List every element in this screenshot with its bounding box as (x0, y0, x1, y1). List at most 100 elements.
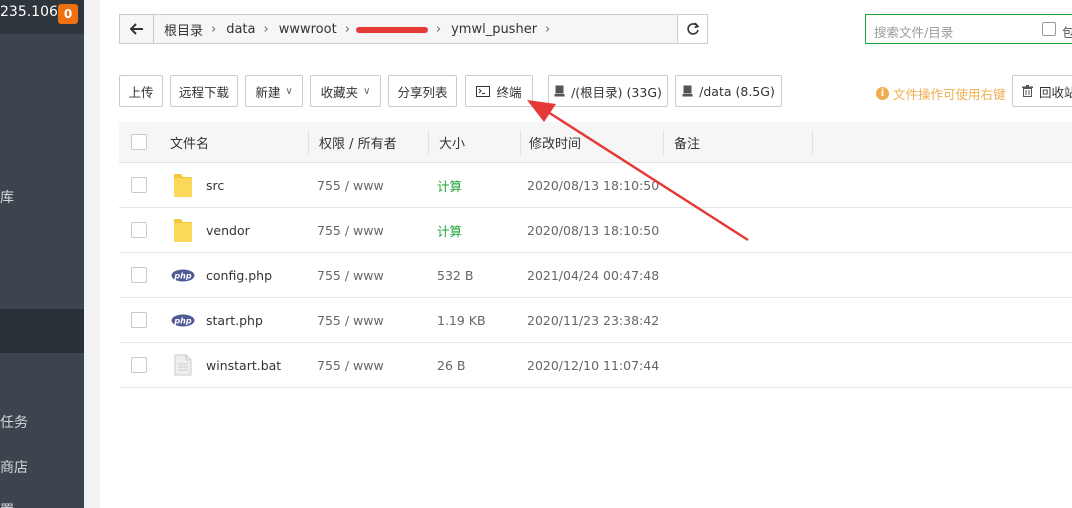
header-modified-time[interactable]: 修改时间 (529, 122, 581, 162)
chevron-down-icon: ∨ (285, 85, 293, 97)
breadcrumb-item-root[interactable]: 根目录 › (154, 20, 216, 39)
php-file-icon: php (171, 253, 195, 297)
table-row[interactable]: php config.php 755 / www 532 B 2021/04/24 00… (119, 253, 1072, 298)
include-subdir-label: 包 (1062, 25, 1072, 40)
file-name[interactable]: config.php (206, 253, 272, 297)
terminal-icon (476, 85, 491, 97)
chevron-down-icon: ∨ (363, 85, 371, 97)
breadcrumb: 根目录 › data › wwwroot › › ymwl_pusher › (154, 15, 550, 43)
text-file-icon (174, 343, 192, 387)
file-modified-time: 2021/04/24 00:47:48 (527, 267, 660, 283)
hard-drive-icon (554, 85, 565, 97)
row-checkbox[interactable] (131, 312, 147, 328)
folder-icon (173, 163, 193, 207)
row-checkbox-cell (131, 208, 147, 252)
search-input[interactable]: 搜索文件/目录 (874, 22, 953, 41)
trash-icon (1022, 85, 1033, 97)
row-checkbox[interactable] (131, 177, 147, 193)
table-row[interactable]: php start.php 755 / www 1.19 KB 2020/11/23 2… (119, 298, 1072, 343)
notification-badge[interactable]: 0 (58, 4, 78, 24)
file-size[interactable]: 计算 (437, 163, 462, 207)
file-manager-panel: 根目录 › data › wwwroot › › ymwl_pusher › 搜索文件/… (100, 0, 1072, 508)
file-permission[interactable]: 755 / www (317, 298, 384, 342)
table-row[interactable]: vendor 755 / www 计算 2020/08/13 18:10:50 (119, 208, 1072, 253)
chevron-right-icon: › (435, 21, 442, 37)
info-icon: i (876, 87, 889, 100)
file-size: 26 B (437, 357, 466, 373)
sidebar-item-database[interactable]: 库 (0, 187, 14, 207)
chevron-right-icon: › (263, 21, 269, 37)
sidebar-item-settings[interactable]: 置 (0, 500, 14, 508)
file-size[interactable]: 计算 (437, 208, 462, 252)
select-all-checkbox-cell (131, 122, 147, 162)
favorites-dropdown-button[interactable]: 收藏夹 ∨ (310, 75, 381, 107)
table-body: src 755 / www 计算 2020/08/13 18:10:50 vendor 7… (119, 163, 1072, 388)
remote-download-button[interactable]: 远程下载 (170, 75, 238, 107)
file-modified-time: 2020/12/10 11:07:44 (527, 357, 660, 373)
terminal-button[interactable]: 终端 (465, 75, 533, 107)
redaction-mark (355, 27, 428, 33)
sidebar: 235.106 0 库 任务 商店 置 (0, 0, 84, 508)
row-checkbox[interactable] (131, 222, 147, 238)
upload-button[interactable]: 上传 (119, 75, 163, 107)
file-permission[interactable]: 755 / www (317, 163, 384, 207)
table-row[interactable]: winstart.bat 755 / www 26 B 2020/12/10 11:0… (119, 343, 1072, 388)
chevron-right-icon: › (545, 21, 551, 37)
gutter (84, 0, 100, 508)
row-checkbox-cell (131, 163, 147, 207)
new-dropdown-button[interactable]: 新建 ∨ (245, 75, 303, 107)
file-name[interactable]: vendor (206, 208, 250, 252)
back-button[interactable] (120, 15, 154, 43)
file-modified-time: 2020/11/23 23:38:42 (527, 312, 660, 328)
file-name[interactable]: start.php (206, 298, 263, 342)
file-size: 1.19 KB (437, 312, 486, 328)
arrow-left-icon (129, 23, 143, 35)
breadcrumb-item-redacted[interactable]: › (350, 22, 441, 37)
include-subdir-checkbox[interactable] (1042, 22, 1056, 36)
table-header: 文件名 权限 / 所有者 大小 修改时间 备注 (119, 122, 1072, 163)
file-table: 文件名 权限 / 所有者 大小 修改时间 备注 src 755 / www 计算 20… (119, 122, 1072, 388)
select-all-checkbox[interactable] (131, 134, 147, 150)
row-checkbox[interactable] (131, 267, 147, 283)
hard-drive-icon (682, 85, 693, 97)
refresh-button[interactable] (677, 15, 707, 43)
chevron-right-icon: › (344, 21, 350, 37)
sidebar-item-store[interactable]: 商店 (0, 457, 28, 477)
table-row[interactable]: src 755 / www 计算 2020/08/13 18:10:50 (119, 163, 1072, 208)
path-bar: 根目录 › data › wwwroot › › ymwl_pusher › (119, 14, 708, 44)
header-permission[interactable]: 权限 / 所有者 (319, 122, 397, 162)
chevron-right-icon: › (211, 21, 217, 37)
folder-icon (173, 208, 193, 252)
file-modified-time: 2020/08/13 18:10:50 (527, 177, 660, 193)
header-size[interactable]: 大小 (439, 122, 465, 162)
svg-text:php: php (173, 316, 191, 325)
breadcrumb-item-wwwroot[interactable]: wwwroot › (269, 22, 350, 37)
row-checkbox-cell (131, 343, 147, 387)
row-checkbox-cell (131, 253, 147, 297)
breadcrumb-item-data[interactable]: data › (216, 22, 269, 37)
file-permission[interactable]: 755 / www (317, 253, 384, 297)
server-ip: 235.106 (0, 4, 58, 20)
svg-text:php: php (173, 271, 191, 280)
breadcrumb-item-ymwl-pusher[interactable]: ymwl_pusher › (441, 22, 550, 37)
file-size: 532 B (437, 267, 474, 283)
file-name[interactable]: src (206, 163, 224, 207)
header-note: 备注 (674, 136, 701, 152)
search-box: 搜索文件/目录 包 (865, 14, 1072, 44)
recycle-bin-button[interactable]: 回收站 (1012, 75, 1072, 107)
share-list-button[interactable]: 分享列表 (388, 75, 457, 107)
sidebar-item-cron[interactable]: 任务 (0, 412, 28, 432)
disk-data-button[interactable]: /data (8.5G) (675, 75, 782, 107)
sidebar-item-files-active[interactable] (0, 309, 84, 353)
row-checkbox-cell (131, 298, 147, 342)
disk-root-button[interactable]: /(根目录) (33G) (548, 75, 668, 107)
refresh-icon (686, 22, 699, 35)
php-file-icon: php (171, 298, 195, 342)
right-click-tip: i 文件操作可使用右键 (876, 84, 1006, 103)
file-permission[interactable]: 755 / www (317, 343, 384, 387)
row-checkbox[interactable] (131, 357, 147, 373)
file-name[interactable]: winstart.bat (206, 343, 281, 387)
file-modified-time: 2020/08/13 18:10:50 (527, 222, 660, 238)
file-permission[interactable]: 755 / www (317, 208, 384, 252)
header-name[interactable]: 文件名 (170, 122, 209, 162)
